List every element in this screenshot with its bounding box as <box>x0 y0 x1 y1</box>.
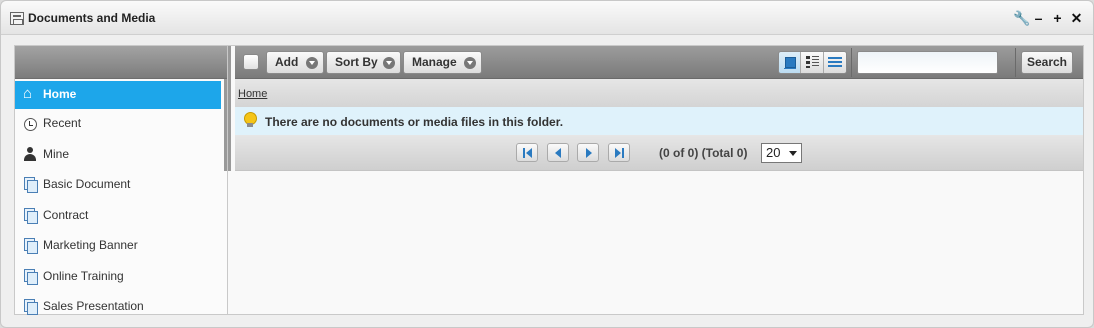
empty-folder-text: There are no documents or media files in… <box>265 115 564 129</box>
breadcrumb-home-link[interactable]: Home <box>238 88 267 100</box>
list-view-icon[interactable] <box>823 52 846 73</box>
icon-view-icon[interactable] <box>779 52 802 73</box>
document-type-icon <box>23 268 38 285</box>
page-size-select[interactable]: 20 <box>761 143 802 163</box>
sidebar-item-label: Mine <box>43 146 70 161</box>
sidebar-item-label: Marketing Banner <box>43 238 138 252</box>
portlet-titlebar: Documents and Media 🔧 – + ✕ <box>1 1 1093 35</box>
chevron-down-icon <box>383 57 395 69</box>
last-page-button[interactable] <box>608 143 630 162</box>
portlet-title: Documents and Media <box>28 11 156 25</box>
manage-button-label: Manage <box>412 55 457 69</box>
sort-by-button-label: Sort By <box>335 55 378 69</box>
last-page-icon <box>615 148 621 158</box>
previous-page-button[interactable] <box>547 143 569 162</box>
descriptive-view-icon[interactable] <box>801 52 824 73</box>
main-scrollbar[interactable] <box>228 46 231 171</box>
clock-icon <box>23 116 37 131</box>
maximize-icon[interactable]: + <box>1051 10 1064 26</box>
pagination-bar: (0 of 0) (Total 0) 20 <box>235 135 1083 171</box>
document-library: Add Sort By Manage Search Home There are… <box>228 46 1083 314</box>
minimize-icon[interactable]: – <box>1032 10 1045 26</box>
folder-navigation: ⌂ Home Recent Mine Basic Document Contra… <box>15 46 228 315</box>
sidebar-header <box>15 46 227 79</box>
documents-media-portlet: Documents and Media 🔧 – + ✕ ⌂ Home Recen… <box>0 0 1094 328</box>
portlet-icon <box>10 12 24 25</box>
portlet-controls: 🔧 – + ✕ <box>1013 10 1083 26</box>
sidebar-item-label: Contract <box>43 207 89 222</box>
select-all-checkbox[interactable] <box>243 54 259 70</box>
breadcrumb: Home <box>235 79 1083 107</box>
add-button[interactable]: Add <box>266 51 324 74</box>
manage-button[interactable]: Manage <box>403 51 482 74</box>
sidebar-scrollbar[interactable] <box>224 79 227 171</box>
user-icon <box>23 146 37 162</box>
add-button-label: Add <box>275 55 299 69</box>
sidebar-item-label: Home <box>43 87 77 101</box>
chevron-down-icon <box>306 57 318 69</box>
close-icon[interactable]: ✕ <box>1070 10 1083 26</box>
sidebar-item-marketing-banner[interactable]: Marketing Banner <box>15 232 221 262</box>
search-input[interactable] <box>857 51 998 74</box>
sidebar-item-home[interactable]: ⌂ Home <box>15 81 221 109</box>
portlet-content: ⌂ Home Recent Mine Basic Document Contra… <box>14 45 1084 315</box>
sidebar-item-label: Online Training <box>43 268 124 283</box>
first-page-icon <box>523 148 525 158</box>
sidebar-item-label: Recent <box>43 116 82 130</box>
sidebar-item-label: Sales Presentation <box>43 299 144 313</box>
empty-folder-message: There are no documents or media files in… <box>235 107 1083 135</box>
document-type-icon <box>23 207 38 224</box>
document-type-icon <box>23 299 38 315</box>
document-type-icon <box>23 177 38 193</box>
previous-page-icon <box>555 148 561 158</box>
wrench-icon[interactable]: 🔧 <box>1013 10 1030 26</box>
sort-by-button[interactable]: Sort By <box>326 51 401 74</box>
home-icon: ⌂ <box>23 85 33 102</box>
first-page-button[interactable] <box>516 143 538 162</box>
pagination-info: (0 of 0) (Total 0) <box>659 146 748 160</box>
lightbulb-icon <box>243 112 257 129</box>
sidebar-item-label: Basic Document <box>43 177 131 191</box>
sidebar-item-basic-document[interactable]: Basic Document <box>15 171 221 201</box>
sidebar-item-sales-presentation[interactable]: Sales Presentation <box>15 293 221 323</box>
sidebar-item-mine[interactable]: Mine <box>15 141 221 171</box>
library-toolbar: Add Sort By Manage Search <box>235 46 1083 79</box>
sidebar-item-recent[interactable]: Recent <box>15 110 221 140</box>
next-page-icon <box>586 148 592 158</box>
toolbar-divider <box>1015 48 1016 77</box>
sidebar-item-contract[interactable]: Contract <box>15 202 221 232</box>
next-page-button[interactable] <box>577 143 599 162</box>
toolbar-divider <box>851 48 852 77</box>
display-style-buttons <box>778 51 847 74</box>
search-button[interactable]: Search <box>1021 51 1073 74</box>
chevron-down-icon <box>464 57 476 69</box>
document-type-icon <box>23 238 38 254</box>
sidebar-item-online-training[interactable]: Online Training <box>15 263 221 293</box>
